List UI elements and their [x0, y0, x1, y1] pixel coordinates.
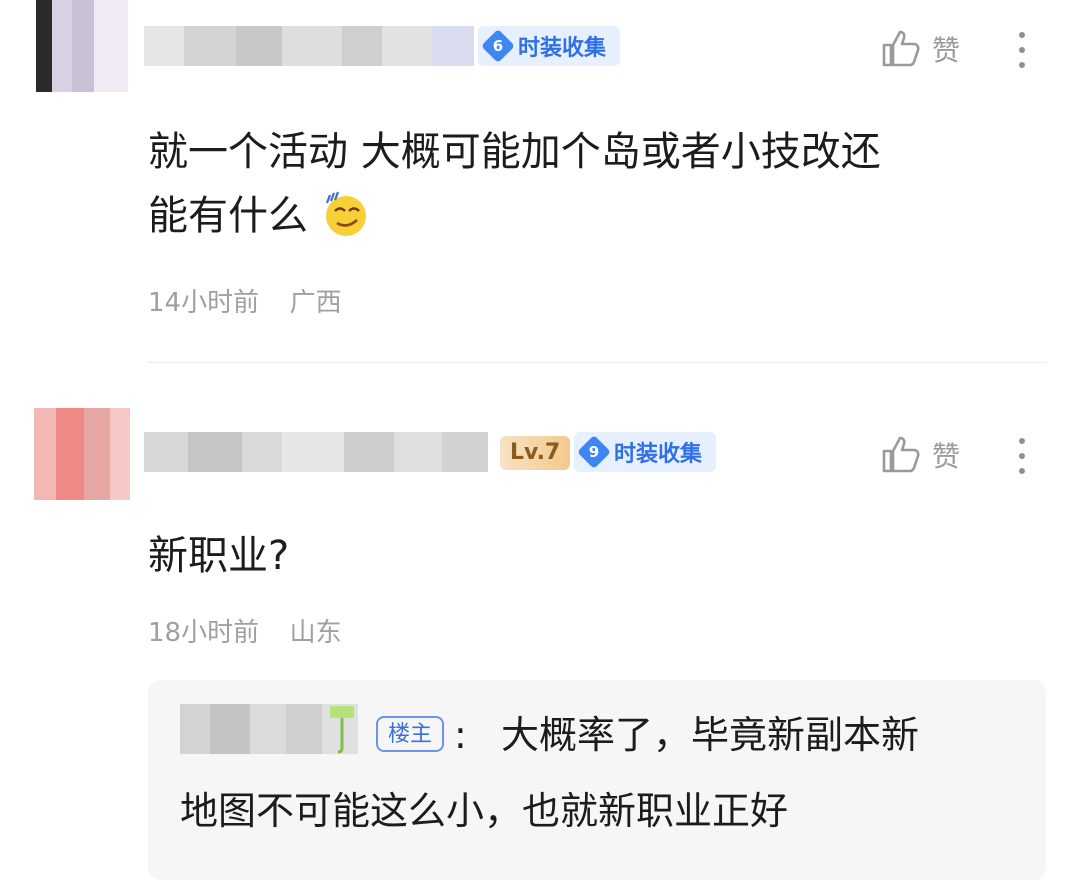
- more-vertical-icon: [1019, 32, 1025, 38]
- smirk-emoji-icon: [325, 191, 366, 236]
- avatar[interactable]: [18, 0, 128, 92]
- reply-text-line2: 地图不可能这么小，也就新职业正好: [180, 789, 789, 833]
- more-options-button[interactable]: [1018, 32, 1026, 68]
- leaf-icon: [330, 706, 354, 754]
- like-button[interactable]: 赞: [880, 28, 960, 70]
- username[interactable]: [144, 432, 488, 472]
- comment-time: 14小时前: [148, 288, 260, 318]
- comment-meta: 18小时前 山东: [148, 612, 342, 649]
- reply-text: : 大概率了，毕竟新副本新: [454, 713, 920, 757]
- comment-location: 广西: [289, 288, 342, 318]
- more-options-button[interactable]: [1018, 438, 1026, 474]
- reply-colon: :: [454, 713, 467, 757]
- fashion-badge-label: 时装收集: [518, 36, 607, 61]
- more-vertical-icon: [1019, 438, 1025, 444]
- like-button[interactable]: 赞: [880, 434, 960, 476]
- diamond-level-icon: 6: [481, 29, 515, 63]
- like-label: 赞: [932, 34, 961, 67]
- comment-text: 新职业?: [148, 533, 290, 579]
- thumbs-up-icon: [882, 436, 920, 473]
- fashion-collection-badge[interactable]: 6 时装收集: [478, 26, 621, 66]
- level-badge[interactable]: Lv.7: [500, 436, 571, 470]
- comment-time: 18小时前: [148, 618, 260, 648]
- comment-meta: 14小时前 广西: [148, 282, 342, 319]
- thumbs-up-icon: [882, 30, 920, 67]
- username[interactable]: [144, 26, 474, 66]
- diamond-level-icon: 9: [577, 435, 611, 469]
- fashion-badge-label: 时装收集: [614, 442, 703, 467]
- fashion-collection-badge[interactable]: 9 时装收集: [574, 432, 717, 472]
- comment-text: 就一个活动 大概可能加个岛或者小技改还 能有什么: [148, 129, 881, 239]
- like-label: 赞: [932, 440, 961, 473]
- comment-location: 山东: [289, 618, 342, 648]
- host-tag: 楼主: [376, 716, 445, 752]
- level-badge-label: Lv.7: [510, 440, 561, 465]
- divider: [148, 362, 1046, 363]
- avatar[interactable]: [34, 408, 130, 500]
- reply-box[interactable]: 楼主 : 大概率了，毕竟新副本新 地图不可能这么小，也就新职业正好: [148, 680, 1046, 880]
